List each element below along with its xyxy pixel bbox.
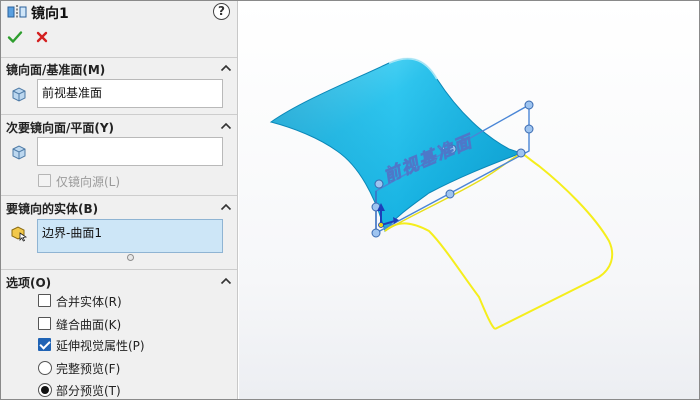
propagate-visual-label: 延伸视觉属性(P) [56,339,145,353]
mirror-face-section-title: 镜向面/基准面(M) [6,63,106,77]
options-section-title: 选项(O) [6,276,52,290]
divider [1,114,237,115]
plane-handle[interactable] [445,189,455,199]
full-preview-radio[interactable] [38,361,52,375]
collapse-chevron-icon[interactable] [220,121,232,131]
collapse-chevron-icon[interactable] [220,202,232,212]
secondary-face-section-title: 次要镜向面/平面(Y) [6,121,115,135]
cancel-x-icon[interactable] [34,29,50,45]
plane-handle[interactable] [374,179,384,189]
resize-handle[interactable] [127,254,134,261]
graphics-viewport[interactable]: 前视基准面 [239,1,699,399]
bodies-section-title: 要镜向的实体(B) [6,202,99,216]
property-manager-panel: 镜向1 ? 镜向面/基准面(M) 前视基准面 次要镜向面/平面(Y) 仅镜向源(… [1,1,238,399]
face-selection-icon [12,145,26,160]
bodies-to-mirror-field[interactable]: 边界-曲面1 [37,219,223,253]
knit-surfaces-checkbox[interactable] [38,317,51,330]
plane-handle[interactable] [524,100,534,110]
collapse-chevron-icon[interactable] [220,63,232,73]
mirror-face-field[interactable]: 前视基准面 [37,79,223,108]
help-icon[interactable]: ? [213,3,230,20]
mirror-feature-icon [7,5,27,19]
mirror-source-only-label: 仅镜向源(L) [56,175,121,189]
face-selection-icon [12,87,26,102]
plane-handle[interactable] [371,228,381,238]
model-canvas[interactable] [239,1,699,399]
merge-solids-checkbox[interactable] [38,294,51,307]
body-selection-icon [11,226,28,242]
plane-handle[interactable] [516,148,526,158]
boundary-surface-body[interactable] [269,57,523,233]
divider [1,57,237,58]
panel-title: 镜向1 [31,6,69,22]
ok-check-icon[interactable] [7,29,23,45]
panel-titlebar: 镜向1 ? [1,1,237,23]
mirror-source-only-checkbox [38,174,51,187]
partial-preview-radio[interactable] [38,383,52,397]
full-preview-label: 完整预览(F) [56,362,121,376]
merge-solids-label: 合并实体(R) [56,295,122,309]
divider [1,269,237,270]
knit-surfaces-label: 缝合曲面(K) [56,318,122,332]
partial-preview-label: 部分预览(T) [56,384,121,398]
secondary-face-field[interactable] [37,137,223,166]
plane-handle[interactable] [524,124,534,134]
divider [1,195,237,196]
collapse-chevron-icon[interactable] [220,276,232,286]
propagate-visual-checkbox[interactable] [38,338,51,351]
